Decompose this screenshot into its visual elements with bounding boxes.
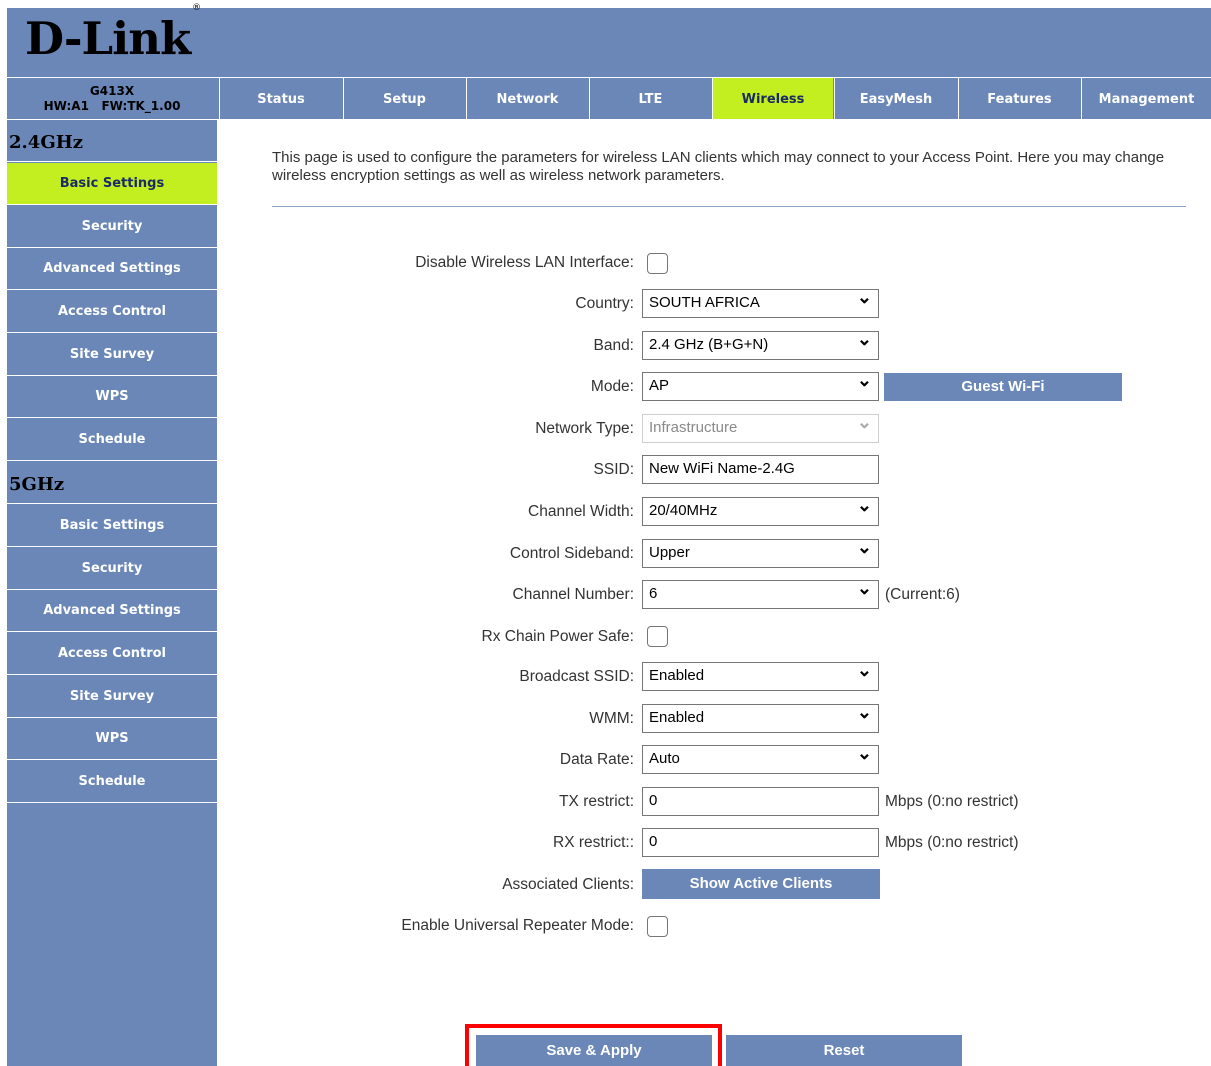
rx-restrict-unit: Mbps (0:no restrict): [885, 834, 1019, 851]
device-info: G413X HW:A1 FW:TK_1.00: [7, 78, 217, 119]
guest-wifi-button[interactable]: Guest Wi-Fi: [884, 373, 1122, 401]
country-label: Country:: [575, 295, 634, 312]
reset-button[interactable]: Reset: [726, 1035, 962, 1066]
sidebar-5-access-control[interactable]: Access Control: [7, 633, 217, 675]
network-type-label: Network Type:: [535, 420, 634, 437]
device-hw-fw: HW:A1 FW:TK_1.00: [43, 99, 181, 113]
sidebar-5-wps[interactable]: WPS: [7, 718, 217, 760]
sidebar-24-site-survey[interactable]: Site Survey: [7, 334, 217, 376]
sidebar-5-security[interactable]: Security: [7, 548, 217, 590]
network-type-select: Infrastructure: [642, 412, 879, 443]
device-model: G413X: [89, 84, 135, 98]
ssid-input[interactable]: New WiFi Name-2.4G: [642, 455, 879, 484]
control-sideband-select[interactable]: Upper: [642, 537, 879, 568]
tab-easymesh[interactable]: EasyMesh: [834, 78, 957, 119]
rx-restrict-input[interactable]: 0: [642, 828, 879, 857]
universal-repeater-checkbox[interactable]: [647, 916, 668, 937]
tab-network[interactable]: Network: [466, 78, 588, 119]
disable-wlan-label: Disable Wireless LAN Interface:: [415, 254, 634, 271]
ssid-label: SSID:: [593, 461, 634, 478]
sidebar-24-basic-settings[interactable]: Basic Settings: [7, 163, 217, 205]
save-apply-button[interactable]: Save & Apply: [476, 1035, 712, 1066]
disable-wlan-checkbox[interactable]: [647, 253, 668, 274]
sidebar-24-access-control[interactable]: Access Control: [7, 291, 217, 333]
sidebar-5-basic-settings[interactable]: Basic Settings: [7, 505, 217, 547]
sidebar-24-security[interactable]: Security: [7, 206, 217, 248]
data-rate-select[interactable]: Auto: [642, 743, 879, 774]
show-active-clients-button[interactable]: Show Active Clients: [642, 869, 880, 899]
channel-number-label: Channel Number:: [512, 586, 634, 603]
divider: [272, 206, 1186, 207]
channel-width-label: Channel Width:: [528, 503, 634, 520]
sidebar-5-advanced-settings[interactable]: Advanced Settings: [7, 590, 217, 632]
tx-restrict-unit: Mbps (0:no restrict): [885, 793, 1019, 810]
channel-width-select[interactable]: 20/40MHz: [642, 495, 879, 526]
associated-clients-label: Associated Clients:: [502, 876, 634, 893]
rx-chain-label: Rx Chain Power Safe:: [481, 628, 635, 645]
mode-select[interactable]: AP: [642, 370, 879, 401]
band-select[interactable]: 2.4 GHz (B+G+N): [642, 329, 879, 360]
broadcast-ssid-select[interactable]: Enabled: [642, 660, 879, 691]
sidebar-24-advanced-settings[interactable]: Advanced Settings: [7, 248, 217, 290]
data-rate-label: Data Rate:: [559, 751, 634, 768]
current-channel-text: (Current:6): [885, 586, 960, 603]
header-bar: D-Link®: [7, 3, 1211, 77]
channel-number-select[interactable]: 6: [642, 578, 879, 609]
page-description: This page is used to configure the param…: [272, 149, 1165, 184]
dlink-logo: D-Link®: [25, 3, 201, 65]
mode-label: Mode:: [590, 378, 634, 395]
sidebar-24-schedule[interactable]: Schedule: [7, 419, 217, 461]
sidebar-24-wps[interactable]: WPS: [7, 376, 217, 418]
tab-lte[interactable]: LTE: [589, 78, 711, 119]
wmm-label: WMM:: [589, 710, 634, 727]
tab-features[interactable]: Features: [958, 78, 1080, 119]
broadcast-ssid-label: Broadcast SSID:: [519, 668, 634, 685]
tab-setup[interactable]: Setup: [343, 78, 465, 119]
wmm-select[interactable]: Enabled: [642, 702, 879, 733]
sidebar-5-site-survey[interactable]: Site Survey: [7, 676, 217, 718]
country-select[interactable]: SOUTH AFRICA: [642, 287, 879, 318]
rx-restrict-label: RX restrict::: [553, 834, 634, 851]
sidebar-band-5ghz: 5GHz: [7, 462, 217, 504]
tab-wireless[interactable]: Wireless: [712, 78, 833, 119]
rx-chain-checkbox[interactable]: [647, 626, 668, 647]
tab-status[interactable]: Status: [219, 78, 342, 119]
tab-management[interactable]: Management: [1081, 78, 1211, 119]
control-sideband-label: Control Sideband:: [509, 545, 634, 562]
sidebar-band-24ghz: 2.4GHz: [7, 120, 217, 162]
universal-repeater-label: Enable Universal Repeater Mode:: [401, 917, 634, 934]
tx-restrict-input[interactable]: 0: [642, 787, 879, 816]
main-tabs: Status Setup Network LTE Wireless EasyMe…: [217, 78, 1211, 119]
sidebar-5-schedule[interactable]: Schedule: [7, 761, 217, 803]
band-label: Band:: [593, 337, 634, 354]
tx-restrict-label: TX restrict:: [559, 793, 634, 810]
